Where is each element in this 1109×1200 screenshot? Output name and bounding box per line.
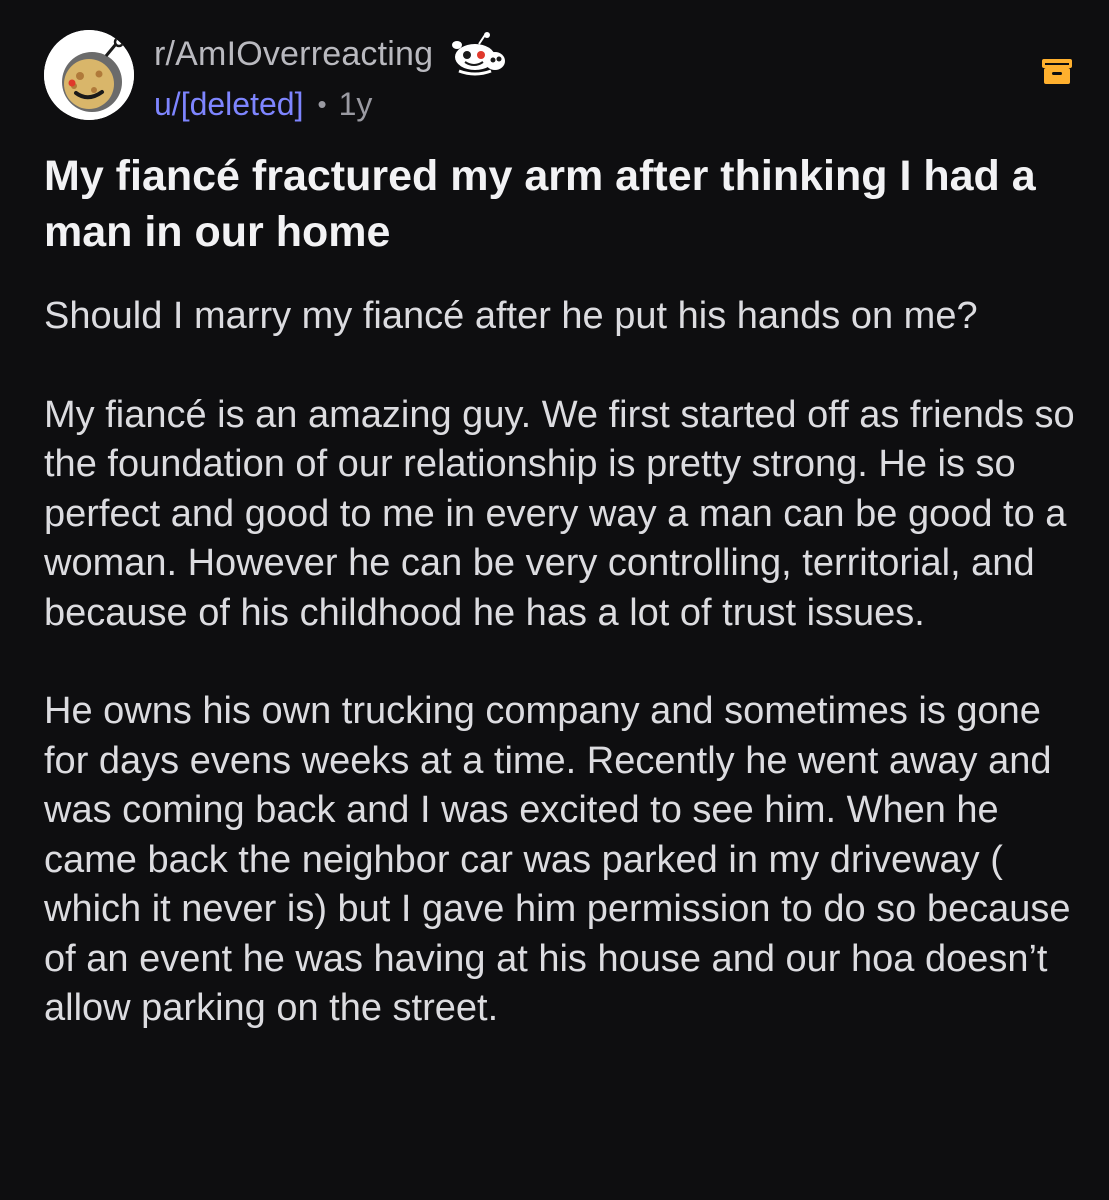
body-paragraph: He owns his own trucking company and som… — [44, 690, 1071, 1029]
post-card: r/AmIOverreacting u/[deleted] • 1y My fi… — [0, 0, 1109, 1200]
archive-box-icon — [1042, 59, 1072, 84]
body-paragraph: My fiancé is an amazing guy. We first st… — [44, 393, 1075, 634]
reddit-snoo-mascot-icon — [452, 32, 506, 76]
post-body: Should I marry my fiancé after he put hi… — [44, 292, 1084, 1083]
post-age: 1y — [338, 85, 373, 122]
author-username[interactable]: u/[deleted] — [154, 86, 303, 123]
body-paragraph: Should I marry my fiancé after he put hi… — [44, 295, 978, 337]
post-header: r/AmIOverreacting u/[deleted] • 1y — [44, 30, 1074, 122]
meta-separator: • — [317, 88, 327, 119]
user-row: u/[deleted] • 1y — [154, 80, 509, 128]
subreddit-avatar-icon[interactable] — [44, 30, 134, 120]
subreddit-name[interactable]: r/AmIOverreacting — [154, 35, 433, 74]
post-meta: r/AmIOverreacting u/[deleted] • 1y — [154, 32, 509, 128]
post-title[interactable]: My fiancé fractured my arm after thinkin… — [44, 148, 1054, 260]
subreddit-row: r/AmIOverreacting — [154, 32, 509, 76]
